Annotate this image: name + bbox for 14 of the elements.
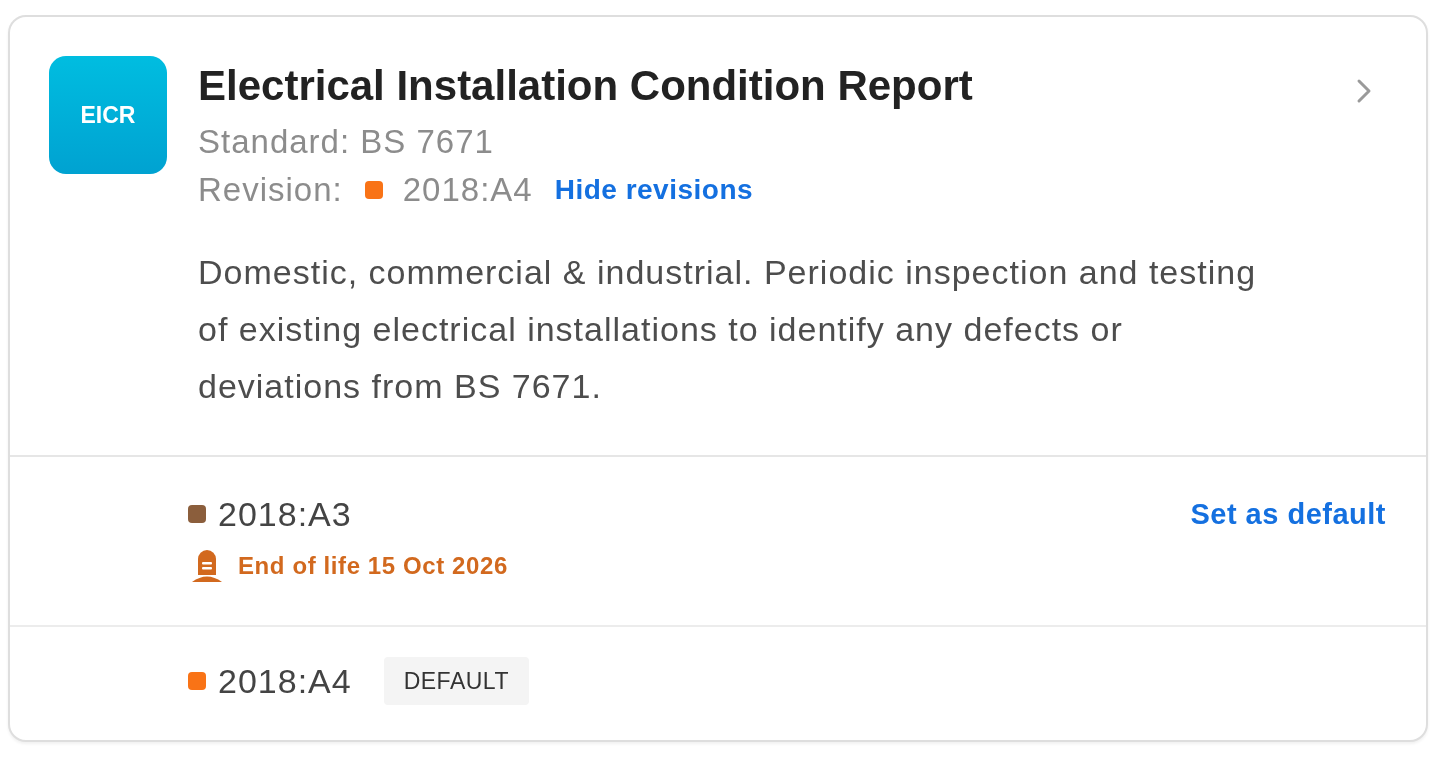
report-description: Domestic, commercial & industrial. Periodic inspection and testing of existing electrical installations to identify any defects or deviations from BS 7671. bbox=[198, 252, 1258, 407]
tombstone-icon bbox=[191, 550, 223, 582]
revision-label: Revision: bbox=[198, 170, 343, 210]
report-logo-tile: EICR bbox=[49, 56, 167, 174]
set-default-link[interactable]: Set as default bbox=[1190, 497, 1386, 531]
revision-name: 2018:A3 bbox=[218, 494, 352, 535]
default-badge: DEFAULT bbox=[383, 657, 529, 705]
standard-label: Standard: BS 7671 bbox=[198, 122, 495, 162]
hide-revisions-link[interactable]: Hide revisions bbox=[554, 174, 754, 206]
revision-name: 2018:A4 bbox=[218, 661, 352, 702]
revision-value: 2018:A4 bbox=[402, 170, 533, 210]
end-of-life-label: End of life 15 Oct 2026 bbox=[238, 552, 508, 580]
chevron-right-icon[interactable] bbox=[1356, 78, 1372, 104]
report-title: Electrical Installation Condition Report bbox=[198, 62, 974, 110]
